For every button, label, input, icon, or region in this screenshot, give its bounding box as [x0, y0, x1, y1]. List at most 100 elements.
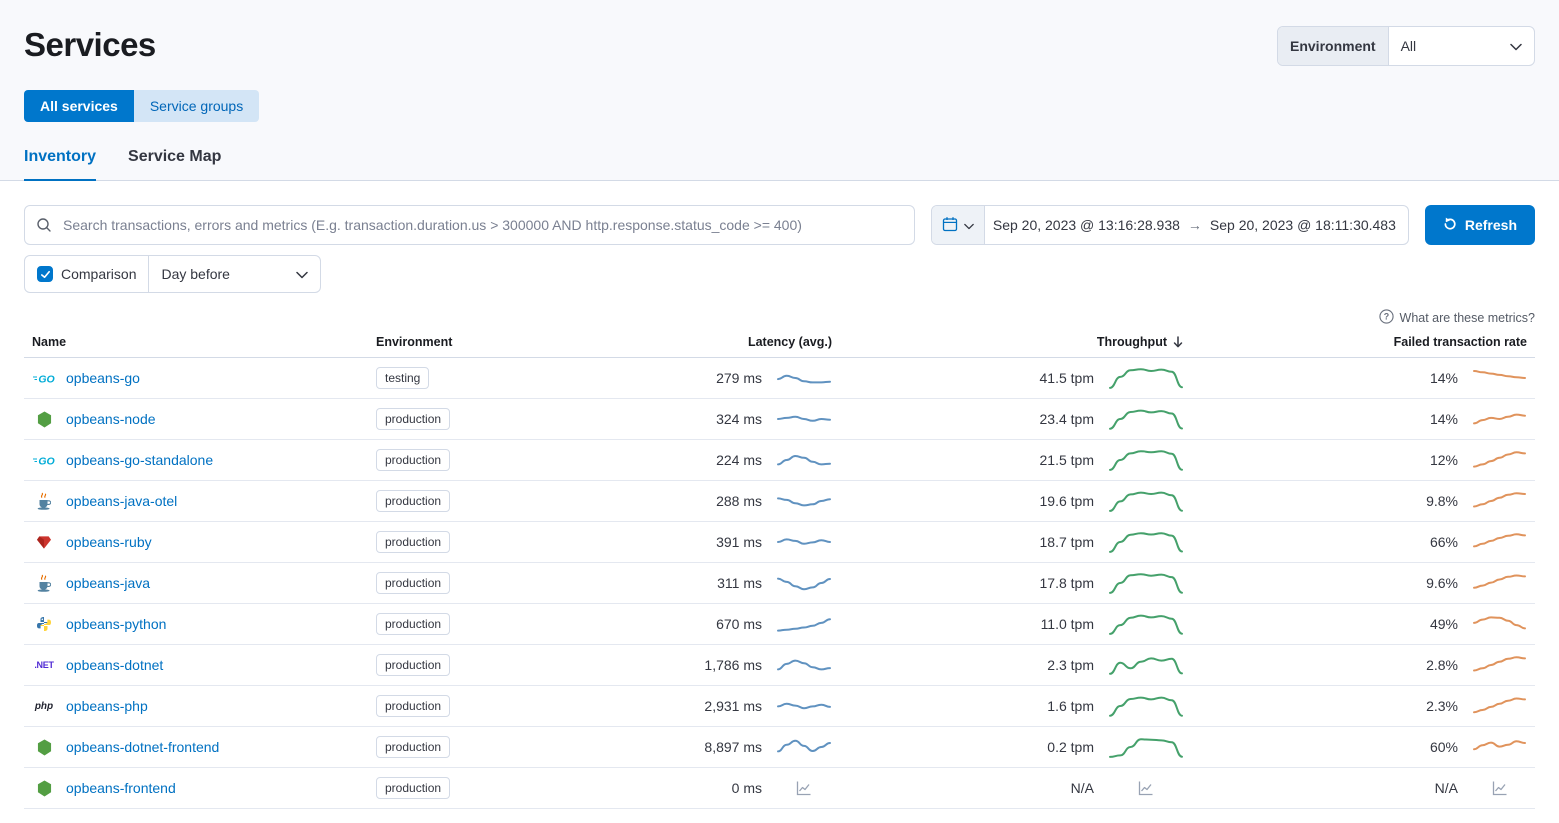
service-link[interactable]: opbeans-java	[66, 575, 150, 591]
latency-value: 670 ms	[716, 616, 762, 632]
no-data-chart-icon	[1472, 780, 1527, 796]
svg-text:?: ?	[1383, 312, 1388, 322]
search-icon	[36, 217, 52, 233]
column-header-failed-rate[interactable]: Failed transaction rate	[1192, 335, 1535, 349]
environment-badge: production	[376, 613, 450, 635]
latency-sparkline	[776, 570, 832, 596]
node-icon	[32, 780, 56, 797]
throughput-value: 2.3 tpm	[1047, 657, 1094, 673]
service-link[interactable]: opbeans-go-standalone	[66, 452, 213, 468]
failed-rate-value: 66%	[1430, 534, 1458, 550]
environment-badge: production	[376, 449, 450, 471]
service-link[interactable]: opbeans-dotnet-frontend	[66, 739, 219, 755]
failed-rate-sparkline	[1472, 611, 1527, 637]
failed-rate-sparkline	[1472, 734, 1527, 760]
end-date-button[interactable]: Sep 20, 2023 @ 18:11:30.483	[1202, 206, 1404, 244]
chevron-down-icon	[1510, 38, 1522, 54]
refresh-button[interactable]: Refresh	[1425, 205, 1535, 245]
comparison-checkbox[interactable]: Comparison	[25, 256, 148, 292]
service-link[interactable]: opbeans-dotnet	[66, 657, 163, 673]
column-header-throughput[interactable]: Throughput	[840, 335, 1192, 349]
tab-inventory[interactable]: Inventory	[24, 148, 96, 181]
environment-badge: production	[376, 777, 450, 799]
tab-service-map[interactable]: Service Map	[128, 148, 221, 181]
service-link[interactable]: opbeans-python	[66, 616, 166, 632]
search-input[interactable]	[24, 205, 915, 245]
throughput-value: 21.5 tpm	[1040, 452, 1094, 468]
latency-sparkline	[776, 406, 832, 432]
throughput-sparkline	[1108, 406, 1184, 432]
service-groups-button[interactable]: Service groups	[134, 90, 259, 122]
comparison-select[interactable]: Day before	[148, 256, 320, 292]
column-header-environment[interactable]: Environment	[376, 335, 590, 349]
chevron-down-icon	[296, 266, 308, 282]
failed-rate-sparkline	[1472, 529, 1527, 555]
table-row: opbeans-frontend production 0 ms N/A N/A	[24, 768, 1535, 809]
throughput-value: 23.4 tpm	[1040, 411, 1094, 427]
column-header-name[interactable]: Name	[24, 335, 376, 349]
node-icon	[32, 411, 56, 428]
failed-rate-sparkline	[1472, 406, 1527, 432]
failed-rate-sparkline	[1472, 652, 1527, 678]
latency-value: 324 ms	[716, 411, 762, 427]
failed-rate-value: 49%	[1430, 616, 1458, 632]
latency-sparkline	[776, 693, 832, 719]
java-icon	[32, 574, 56, 592]
search-box	[24, 205, 915, 245]
table-row: GO opbeans-go-standalone production 224 …	[24, 440, 1535, 481]
date-picker: Sep 20, 2023 @ 13:16:28.938 → Sep 20, 20…	[931, 205, 1409, 245]
throughput-value: 11.0 tpm	[1041, 616, 1094, 632]
service-link[interactable]: opbeans-ruby	[66, 534, 152, 550]
throughput-value: 0.2 tpm	[1047, 739, 1094, 755]
failed-rate-value: 9.6%	[1426, 575, 1458, 591]
table-row: opbeans-ruby production 391 ms 18.7 tpm …	[24, 522, 1535, 563]
go-icon: GO	[32, 372, 56, 385]
failed-rate-value: N/A	[1435, 780, 1458, 796]
latency-value: 2,931 ms	[704, 698, 762, 714]
throughput-value: 17.8 tpm	[1040, 575, 1094, 591]
python-icon	[32, 616, 56, 632]
table-row: opbeans-python production 670 ms 11.0 tp…	[24, 604, 1535, 645]
calendar-icon	[942, 216, 958, 235]
throughput-sparkline	[1108, 570, 1184, 596]
calendar-button[interactable]	[932, 206, 985, 244]
failed-rate-value: 14%	[1430, 411, 1458, 427]
environment-filter[interactable]: Environment All	[1277, 26, 1535, 66]
throughput-sparkline	[1108, 447, 1184, 473]
environment-filter-select[interactable]: All	[1389, 27, 1534, 65]
service-link[interactable]: opbeans-java-otel	[66, 493, 177, 509]
all-services-button[interactable]: All services	[24, 90, 134, 122]
checkbox-box	[37, 266, 53, 282]
failed-rate-sparkline	[1472, 488, 1527, 514]
failed-rate-value: 9.8%	[1426, 493, 1458, 509]
latency-sparkline	[776, 652, 832, 678]
service-link[interactable]: opbeans-node	[66, 411, 156, 427]
refresh-button-label: Refresh	[1465, 217, 1517, 233]
dotnet-icon: .NET	[32, 660, 56, 670]
latency-value: 279 ms	[716, 370, 762, 386]
latency-value: 391 ms	[716, 534, 762, 550]
table-row: opbeans-node production 324 ms 23.4 tpm …	[24, 399, 1535, 440]
table-row: opbeans-dotnet-frontend production 8,897…	[24, 727, 1535, 768]
failed-rate-sparkline	[1472, 447, 1527, 473]
latency-sparkline	[776, 734, 832, 760]
failed-rate-value: 2.8%	[1426, 657, 1458, 673]
services-table-header: Name Environment Latency (avg.) Throughp…	[24, 335, 1535, 358]
metrics-help-text: What are these metrics?	[1400, 311, 1535, 325]
service-link[interactable]: opbeans-php	[66, 698, 148, 714]
failed-rate-value: 12%	[1430, 452, 1458, 468]
latency-sparkline	[776, 447, 832, 473]
date-range-arrow-icon: →	[1188, 206, 1202, 244]
service-link[interactable]: opbeans-frontend	[66, 780, 176, 796]
metrics-help-link[interactable]: ? What are these metrics?	[24, 309, 1535, 327]
environment-badge: production	[376, 736, 450, 758]
start-date-button[interactable]: Sep 20, 2023 @ 13:16:28.938	[985, 206, 1188, 244]
latency-value: 8,897 ms	[704, 739, 762, 755]
service-link[interactable]: opbeans-go	[66, 370, 140, 386]
svg-text:GO: GO	[38, 373, 54, 385]
column-header-latency[interactable]: Latency (avg.)	[590, 335, 840, 349]
environment-badge: production	[376, 695, 450, 717]
apm-services-page: Services Environment All All services Se…	[0, 0, 1559, 823]
table-row: .NET opbeans-dotnet production 1,786 ms …	[24, 645, 1535, 686]
latency-value: 311 ms	[717, 575, 762, 591]
